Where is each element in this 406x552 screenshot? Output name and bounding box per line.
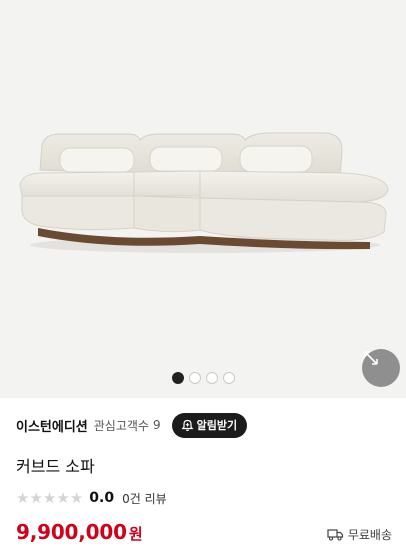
truck-icon [327,529,343,541]
product-image-gallery[interactable] [0,0,406,398]
price-row: 9,900,000 원 [16,520,143,544]
fan-count-label: 관심고객수 [93,418,149,433]
star-icon: ★ [56,488,70,507]
review-count-link[interactable]: 0건 리뷰 [122,490,167,507]
alarm-subscribe-label: 알림받기 [196,419,238,432]
gallery-pagination [172,372,235,384]
product-image [19,132,389,253]
expand-image-button[interactable] [362,349,400,387]
gallery-dot-2[interactable] [189,372,201,384]
gallery-dot-4[interactable] [223,372,235,384]
sale-price: 9,900,000 [16,520,127,544]
shipping-info: 무료배송 [327,526,392,543]
alarm-subscribe-button[interactable]: 알림받기 [171,412,248,438]
rating-stars: ★ ★ ★ ★ ★ [16,488,84,507]
gallery-dot-3[interactable] [206,372,218,384]
price-currency: 원 [128,525,143,543]
star-icon: ★ [69,488,84,507]
star-icon: ★ [42,488,57,507]
star-icon: ★ [16,488,30,507]
rating-row: ★ ★ ★ ★ ★ 0.0 0건 리뷰 [16,488,167,508]
brand-row: 이스턴에디션 관심고객수 9 알림받기 [16,412,248,438]
fan-count-value: 9 [152,418,161,432]
bell-plus-icon [181,419,194,431]
product-title: 커브드 소파 [16,457,95,476]
gallery-dot-1[interactable] [172,372,184,384]
brand-name[interactable]: 이스턴에디션 [16,416,88,435]
expand-arrows-icon [364,351,378,365]
star-icon: ★ [29,488,43,507]
rating-value: 0.0 [89,490,115,506]
shipping-label: 무료배송 [347,528,392,542]
